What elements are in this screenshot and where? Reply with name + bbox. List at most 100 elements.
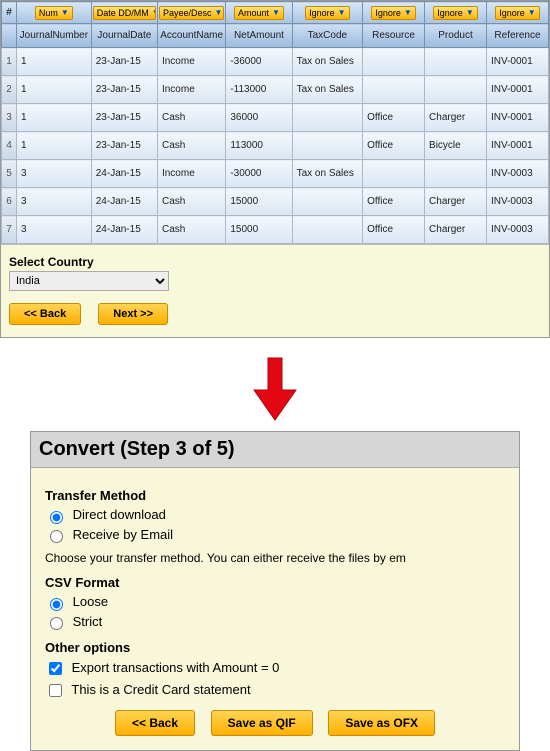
src-header: Reference — [486, 24, 548, 48]
back-button[interactable]: << Back — [9, 303, 81, 325]
cell — [425, 76, 487, 104]
cell: Tax on Sales — [292, 48, 363, 76]
cell: Tax on Sales — [292, 160, 363, 188]
col-map-date[interactable]: Date DD/MM▼ — [93, 6, 156, 20]
cell: Office — [363, 216, 425, 244]
below-table-area: Select Country India << Back Next >> — [1, 244, 549, 337]
cell: 1 — [16, 104, 91, 132]
table-row: 1123-Jan-15Income-36000Tax on SalesINV-0… — [2, 48, 549, 76]
cell: 23-Jan-15 — [91, 48, 157, 76]
step3-panel: Convert (Step 3 of 5) Transfer Method Di… — [30, 431, 520, 751]
cell — [363, 48, 425, 76]
chevron-down-icon: ▼ — [466, 8, 474, 17]
step2-panel: # Num▼ Date DD/MM▼ Payee/Desc▼ Amount▼ I… — [0, 0, 550, 338]
row-number: 5 — [2, 160, 17, 188]
mapping-table-wrap: # Num▼ Date DD/MM▼ Payee/Desc▼ Amount▼ I… — [1, 1, 549, 244]
cell: 24-Jan-15 — [91, 216, 157, 244]
chevron-down-icon: ▼ — [528, 8, 536, 17]
save-qif-button[interactable]: Save as QIF — [211, 710, 313, 736]
corner-cell: # — [2, 2, 17, 24]
src-header: Resource — [363, 24, 425, 48]
chevron-down-icon: ▼ — [61, 8, 69, 17]
arrow-down-icon — [252, 356, 298, 422]
checkbox-credit-card-input[interactable] — [49, 684, 62, 697]
radio-direct-download-input[interactable] — [50, 511, 63, 524]
country-select[interactable]: India — [9, 271, 169, 291]
transfer-help-text: Choose your transfer method. You can eit… — [45, 551, 505, 565]
chevron-down-icon: ▼ — [338, 8, 346, 17]
radio-strict-input[interactable] — [50, 617, 63, 630]
cell — [292, 104, 363, 132]
cell: Tax on Sales — [292, 76, 363, 104]
checkbox-export-zero-input[interactable] — [49, 662, 62, 675]
radio-loose[interactable]: Loose — [45, 594, 505, 611]
radio-receive-email[interactable]: Receive by Email — [45, 527, 505, 544]
step3-back-button[interactable]: << Back — [115, 710, 195, 736]
cell: 23-Jan-15 — [91, 104, 157, 132]
cell: Cash — [157, 132, 225, 160]
cell — [292, 216, 363, 244]
next-button[interactable]: Next >> — [98, 303, 168, 325]
cell: Income — [157, 160, 225, 188]
source-header-row: JournalNumber JournalDate AccountName Ne… — [2, 24, 549, 48]
csv-format-heading: CSV Format — [45, 575, 505, 590]
cell: 3 — [16, 160, 91, 188]
checkbox-credit-card[interactable]: This is a Credit Card statement — [45, 681, 505, 700]
row-number: 2 — [2, 76, 17, 104]
cell: 23-Jan-15 — [91, 132, 157, 160]
cell: INV-0001 — [486, 48, 548, 76]
radio-direct-download[interactable]: Direct download — [45, 507, 505, 524]
mapping-table: # Num▼ Date DD/MM▼ Payee/Desc▼ Amount▼ I… — [1, 1, 549, 244]
cell: -30000 — [226, 160, 292, 188]
cell: INV-0003 — [486, 188, 548, 216]
src-header: Product — [425, 24, 487, 48]
cell: Cash — [157, 216, 225, 244]
cell — [363, 76, 425, 104]
cell: 24-Jan-15 — [91, 188, 157, 216]
cell — [425, 48, 487, 76]
cell — [425, 160, 487, 188]
cell — [363, 160, 425, 188]
col-map-num[interactable]: Num▼ — [35, 6, 73, 20]
radio-receive-email-input[interactable] — [50, 530, 63, 543]
cell: 15000 — [226, 188, 292, 216]
row-number: 1 — [2, 48, 17, 76]
other-options-heading: Other options — [45, 640, 505, 655]
cell: Office — [363, 188, 425, 216]
cell: Cash — [157, 104, 225, 132]
cell: 36000 — [226, 104, 292, 132]
cell: -113000 — [226, 76, 292, 104]
src-header: NetAmount — [226, 24, 292, 48]
cell: Income — [157, 76, 225, 104]
cell: Charger — [425, 104, 487, 132]
checkbox-export-zero[interactable]: Export transactions with Amount = 0 — [45, 659, 505, 678]
table-row: 6324-Jan-15Cash15000OfficeChargerINV-000… — [2, 188, 549, 216]
radio-strict[interactable]: Strict — [45, 614, 505, 631]
radio-loose-input[interactable] — [50, 598, 63, 611]
cell: 3 — [16, 216, 91, 244]
col-map-ignore-3[interactable]: Ignore▼ — [433, 6, 477, 20]
col-map-payee[interactable]: Payee/Desc▼ — [159, 6, 224, 20]
col-map-ignore-1[interactable]: Ignore▼ — [305, 6, 349, 20]
table-row: 2123-Jan-15Income-113000Tax on SalesINV-… — [2, 76, 549, 104]
step3-title: Convert (Step 3 of 5) — [31, 432, 519, 468]
cell: -36000 — [226, 48, 292, 76]
cell: Income — [157, 48, 225, 76]
cell: 113000 — [226, 132, 292, 160]
src-header: AccountName — [157, 24, 225, 48]
cell: 23-Jan-15 — [91, 76, 157, 104]
row-number: 6 — [2, 188, 17, 216]
cell — [292, 132, 363, 160]
row-number: 7 — [2, 216, 17, 244]
col-map-amount[interactable]: Amount▼ — [234, 6, 284, 20]
table-row: 5324-Jan-15Income-30000Tax on SalesINV-0… — [2, 160, 549, 188]
col-map-ignore-4[interactable]: Ignore▼ — [495, 6, 539, 20]
col-map-ignore-2[interactable]: Ignore▼ — [371, 6, 415, 20]
cell: Charger — [425, 216, 487, 244]
cell: 1 — [16, 76, 91, 104]
table-row: 3123-Jan-15Cash36000OfficeChargerINV-000… — [2, 104, 549, 132]
cell — [292, 188, 363, 216]
transfer-method-heading: Transfer Method — [45, 488, 505, 503]
cell: INV-0001 — [486, 132, 548, 160]
save-ofx-button[interactable]: Save as OFX — [328, 710, 435, 736]
